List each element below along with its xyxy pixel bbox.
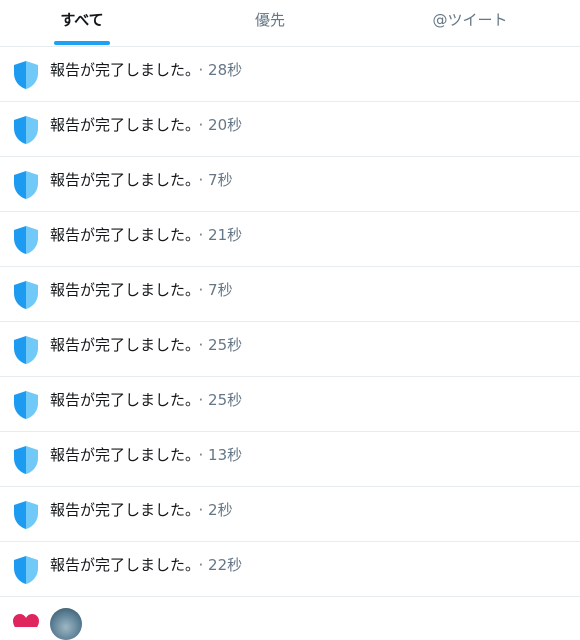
notification-time: · 21秒 bbox=[198, 226, 243, 244]
tab-priority-label: 優先 bbox=[254, 11, 285, 29]
notification-item[interactable]: 報告が完了しました。 · 2秒 bbox=[0, 487, 580, 542]
notification-time: · 13秒 bbox=[198, 446, 243, 464]
notification-time: · 28秒 bbox=[198, 61, 243, 79]
notification-item[interactable]: 報告が完了しました。 · 21秒 bbox=[0, 212, 580, 267]
notification-text: 報告が完了しました。 bbox=[50, 281, 193, 299]
notification-time: · 22秒 bbox=[198, 556, 243, 574]
notification-time: · 7秒 bbox=[198, 281, 233, 299]
notification-item[interactable]: 報告が完了しました。 · 7秒 bbox=[0, 267, 580, 322]
shield-icon bbox=[12, 445, 40, 475]
avatar[interactable] bbox=[50, 608, 82, 640]
notification-text: 報告が完了しました。 bbox=[50, 171, 193, 189]
notification-time: · 20秒 bbox=[198, 116, 243, 134]
notification-text: 報告が完了しました。 bbox=[50, 501, 193, 519]
notification-item[interactable]: 報告が完了しました。 · 20秒 bbox=[0, 102, 580, 157]
notification-text: 報告が完了しました。 bbox=[50, 391, 193, 409]
notification-item[interactable]: 報告が完了しました。 · 25秒 bbox=[0, 322, 580, 377]
shield-icon bbox=[12, 115, 40, 145]
notification-text: 報告が完了しました。 bbox=[50, 556, 193, 574]
notification-item[interactable]: 報告が完了しました。 · 28秒 bbox=[0, 47, 580, 102]
notification-item[interactable]: 報告が完了しました。 · 25秒 bbox=[0, 377, 580, 432]
notification-item[interactable]: 報告が完了しました。 · 22秒 bbox=[0, 542, 580, 597]
heart-icon bbox=[12, 613, 40, 627]
shield-icon bbox=[12, 555, 40, 585]
notification-item[interactable] bbox=[0, 597, 580, 640]
shield-icon bbox=[12, 335, 40, 365]
tab-priority[interactable]: 優先 bbox=[220, 0, 320, 46]
shield-icon bbox=[12, 500, 40, 530]
notification-time: · 25秒 bbox=[198, 336, 243, 354]
notification-time: · 7秒 bbox=[198, 171, 233, 189]
tab-all[interactable]: すべて bbox=[32, 0, 132, 46]
shield-icon bbox=[12, 280, 40, 310]
notification-text: 報告が完了しました。 bbox=[50, 336, 193, 354]
shield-icon bbox=[12, 390, 40, 420]
active-tab-indicator bbox=[54, 41, 110, 45]
notification-time: · 25秒 bbox=[198, 391, 243, 409]
notification-text: 報告が完了しました。 bbox=[50, 61, 193, 79]
notification-item[interactable]: 報告が完了しました。 · 13秒 bbox=[0, 432, 580, 487]
notification-time: · 2秒 bbox=[198, 501, 233, 519]
notification-item[interactable]: 報告が完了しました。 · 7秒 bbox=[0, 157, 580, 212]
notification-text: 報告が完了しました。 bbox=[50, 116, 193, 134]
shield-icon bbox=[12, 225, 40, 255]
tab-all-label: すべて bbox=[60, 11, 104, 29]
tab-mentions-label: @ツイート bbox=[432, 11, 508, 29]
notification-list: 報告が完了しました。 · 28秒 報告が完了しました。 · 20秒 報告が完了しまし… bbox=[0, 47, 580, 640]
shield-icon bbox=[12, 170, 40, 200]
notification-tabs: すべて 優先 @ツイート bbox=[0, 0, 580, 47]
shield-icon bbox=[12, 60, 40, 90]
tab-mentions[interactable]: @ツイート bbox=[410, 0, 530, 46]
notification-text: 報告が完了しました。 bbox=[50, 446, 193, 464]
notification-text: 報告が完了しました。 bbox=[50, 226, 193, 244]
